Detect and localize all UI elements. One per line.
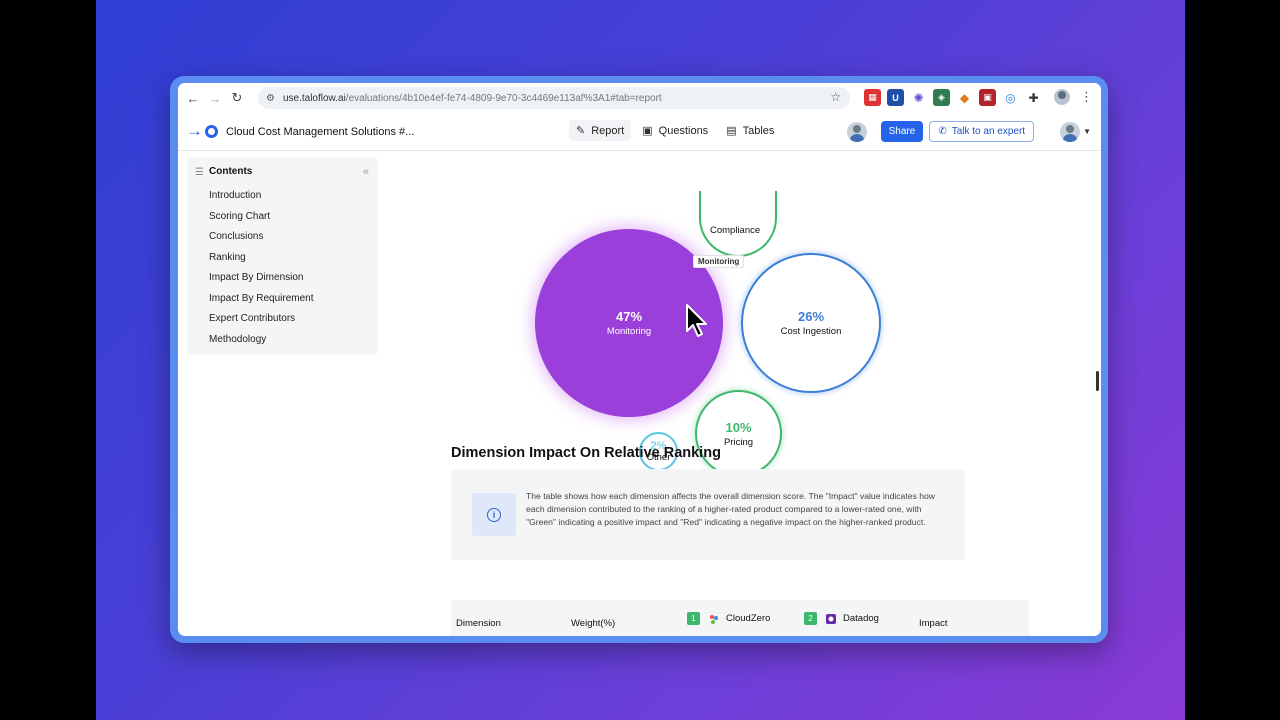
collapse-sidebar-icon[interactable]: «	[363, 166, 369, 178]
collaborator-avatar[interactable]	[846, 121, 867, 142]
forward-button[interactable]: →	[204, 87, 226, 109]
user-avatar[interactable]	[1060, 121, 1081, 142]
chart-tooltip: Monitoring	[693, 255, 745, 268]
browser-viewport: ← → ↻ ⚙ use.taloflow.ai/evaluations/4b10…	[178, 83, 1101, 636]
bubble-monitoring-label: Monitoring	[606, 326, 652, 337]
mouse-cursor-icon	[686, 304, 707, 337]
bookmark-star-icon[interactable]: ☆	[830, 90, 841, 104]
profile-area: ⋮	[1054, 89, 1093, 105]
extension-fox-icon[interactable]: ◆	[956, 89, 973, 106]
bubble-compliance[interactable]	[699, 191, 777, 257]
product-2-name: Datadog	[843, 613, 879, 625]
back-icon: ←	[186, 90, 200, 106]
info-icon-container: i	[472, 493, 516, 536]
bubble-monitoring-pct: 47%	[615, 309, 643, 324]
tab-questions[interactable]: ▣ Questions	[635, 120, 715, 141]
rank-badge-2: 2	[804, 612, 817, 625]
bubble-pricing-pct: 10%	[725, 419, 752, 435]
bubble-pricing-label: Pricing	[723, 436, 754, 448]
tab-report[interactable]: ✎ Report	[569, 120, 632, 141]
col-weight[interactable]: Weight(%)	[571, 618, 615, 629]
chevron-down-icon[interactable]: ▼	[1083, 127, 1091, 136]
product-1-name: CloudZero	[726, 613, 771, 625]
share-button[interactable]: Share	[880, 121, 924, 142]
extension-lock-icon[interactable]: ▣	[979, 89, 996, 106]
browser-profile-avatar[interactable]	[1054, 89, 1070, 105]
table-icon: ▤	[726, 125, 737, 137]
browser-menu-icon[interactable]: ⋮	[1080, 89, 1093, 105]
extension-gear-icon[interactable]: ✺	[910, 89, 927, 106]
sidebar-item-ranking[interactable]: Ranking	[209, 248, 378, 269]
sidebar-item-methodology[interactable]: Methodology	[209, 330, 378, 351]
datadog-logo-icon	[825, 613, 837, 625]
extensions-row: ▦ U ✺ ◈ ◆ ▣ ◎ ✚	[864, 89, 1042, 106]
url-host: use.taloflow.ai	[282, 92, 346, 104]
browser-toolbar: ← → ↻ ⚙ use.taloflow.ai/evaluations/4b10…	[178, 83, 1101, 113]
cloudzero-logo-icon	[708, 613, 720, 625]
logo-arrow-icon: →	[186, 121, 203, 140]
bubble-compliance-label: Compliance	[710, 225, 761, 236]
impact-table-header: Dimension Weight(%) 1 CloudZero 2 Datadog …	[451, 600, 1029, 636]
sidebar-item-impact-by-requirement[interactable]: Impact By Requirement	[209, 289, 378, 310]
sidebar-item-introduction[interactable]: Introduction	[209, 186, 378, 207]
contents-title: Contents	[209, 166, 253, 177]
bubble-cost-ingestion-pct: 26%	[797, 309, 825, 324]
page-scrollbar[interactable]	[1096, 371, 1099, 391]
report-tabs: ✎ Report ▣ Questions ▤ Tables	[569, 120, 781, 141]
info-box: i The table shows how each dimension aff…	[451, 469, 965, 560]
col-impact[interactable]: Impact	[919, 618, 948, 629]
sidebar-item-conclusions[interactable]: Conclusions	[209, 227, 378, 248]
contents-list-icon: ☰	[195, 167, 204, 178]
edit-icon: ✎	[576, 125, 586, 137]
talk-to-expert-label: Talk to an expert	[951, 126, 1026, 137]
section-title: Dimension Impact On Relative Ranking	[451, 445, 721, 461]
extension-calendar-icon[interactable]: ▦	[864, 89, 881, 106]
header-actions: Share ✆ Talk to an expert ▼	[846, 121, 1091, 142]
page-title: Cloud Cost Management Solutions #...	[226, 126, 415, 138]
rank-badge-1: 1	[687, 612, 700, 625]
sidebar-item-impact-by-dimension[interactable]: Impact By Dimension	[209, 268, 378, 289]
contents-sidebar: ☰ « Contents Introduction Scoring Chart …	[187, 157, 378, 355]
col-product-2[interactable]: 2 Datadog	[804, 612, 879, 625]
extension-circle-icon[interactable]: ◎	[1002, 89, 1019, 106]
tab-report-label: Report	[591, 124, 625, 137]
background-stage: ← → ↻ ⚙ use.taloflow.ai/evaluations/4b10…	[96, 0, 1185, 720]
questions-icon: ▣	[642, 125, 653, 137]
col-dimension[interactable]: Dimension	[456, 618, 501, 629]
extension-puzzle-icon[interactable]: ◈	[933, 89, 950, 106]
tab-tables[interactable]: ▤ Tables	[719, 120, 781, 141]
tab-tables-label: Tables	[742, 124, 775, 137]
app-header: → Cloud Cost Management Solutions #... ✎…	[178, 113, 1101, 151]
extension-shield-icon[interactable]: U	[887, 89, 904, 106]
forward-icon: →	[208, 90, 222, 106]
site-settings-icon[interactable]: ⚙	[266, 93, 275, 104]
talk-to-expert-button[interactable]: ✆ Talk to an expert	[929, 121, 1035, 142]
browser-window: ← → ↻ ⚙ use.taloflow.ai/evaluations/4b10…	[170, 76, 1108, 643]
col-product-1[interactable]: 1 CloudZero	[687, 612, 770, 625]
phone-icon: ✆	[938, 126, 947, 137]
address-bar[interactable]: ⚙ use.taloflow.ai/evaluations/4b10e4ef-f…	[258, 87, 850, 109]
logo-ring-icon	[205, 124, 218, 138]
sidebar-item-expert-contributors[interactable]: Expert Contributors	[209, 309, 378, 330]
tab-questions-label: Questions	[658, 124, 709, 137]
info-text: The table shows how each dimension affec…	[526, 491, 935, 527]
bubble-pricing[interactable]: 10% Pricing	[695, 390, 782, 477]
taloflow-logo[interactable]: →	[186, 121, 218, 140]
reload-button[interactable]: ↻	[226, 87, 248, 109]
back-button[interactable]: ←	[182, 87, 204, 109]
info-icon: i	[487, 507, 501, 522]
sidebar-item-scoring-chart[interactable]: Scoring Chart	[209, 207, 378, 228]
bubble-cost-ingestion-label: Cost Ingestion	[780, 326, 842, 337]
bubble-cost-ingestion[interactable]: 26% Cost Ingestion	[741, 253, 881, 393]
url-path: /evaluations/4b10e4ef-fe74-4809-9e70-3c4…	[345, 92, 662, 104]
reload-icon: ↻	[231, 90, 243, 105]
extensions-menu-icon[interactable]: ✚	[1025, 89, 1042, 106]
